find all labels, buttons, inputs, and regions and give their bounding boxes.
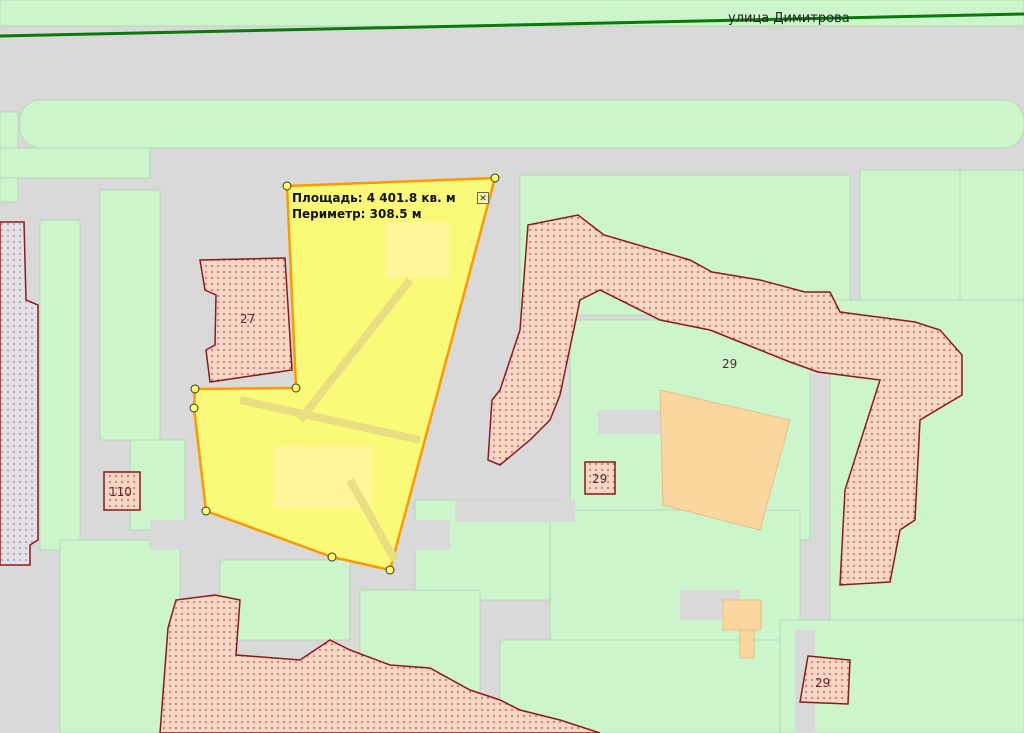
building-label-29-main: 29	[722, 357, 737, 371]
perimeter-value: 308.5 м	[369, 207, 422, 221]
building-label-29-bottom: 29	[815, 676, 830, 690]
close-icon[interactable]: ✕	[477, 192, 489, 204]
area-value: 4 401.8 кв. м	[366, 191, 456, 205]
map-canvas[interactable]: улица Димитрова 27 29 29 29 110	[0, 0, 1024, 733]
building-label-29-small: 29	[592, 472, 607, 486]
building-label-110: 110	[109, 485, 132, 499]
street-label: улица Димитрова	[728, 11, 850, 26]
measurement-tooltip: Площадь: 4 401.8 кв. м Периметр: 308.5 м	[292, 190, 456, 222]
area-row: Площадь: 4 401.8 кв. м	[292, 190, 456, 206]
area-label: Площадь:	[292, 191, 363, 205]
building-label-27: 27	[240, 312, 255, 326]
perimeter-row: Периметр: 308.5 м	[292, 206, 456, 222]
perimeter-label: Периметр:	[292, 207, 366, 221]
